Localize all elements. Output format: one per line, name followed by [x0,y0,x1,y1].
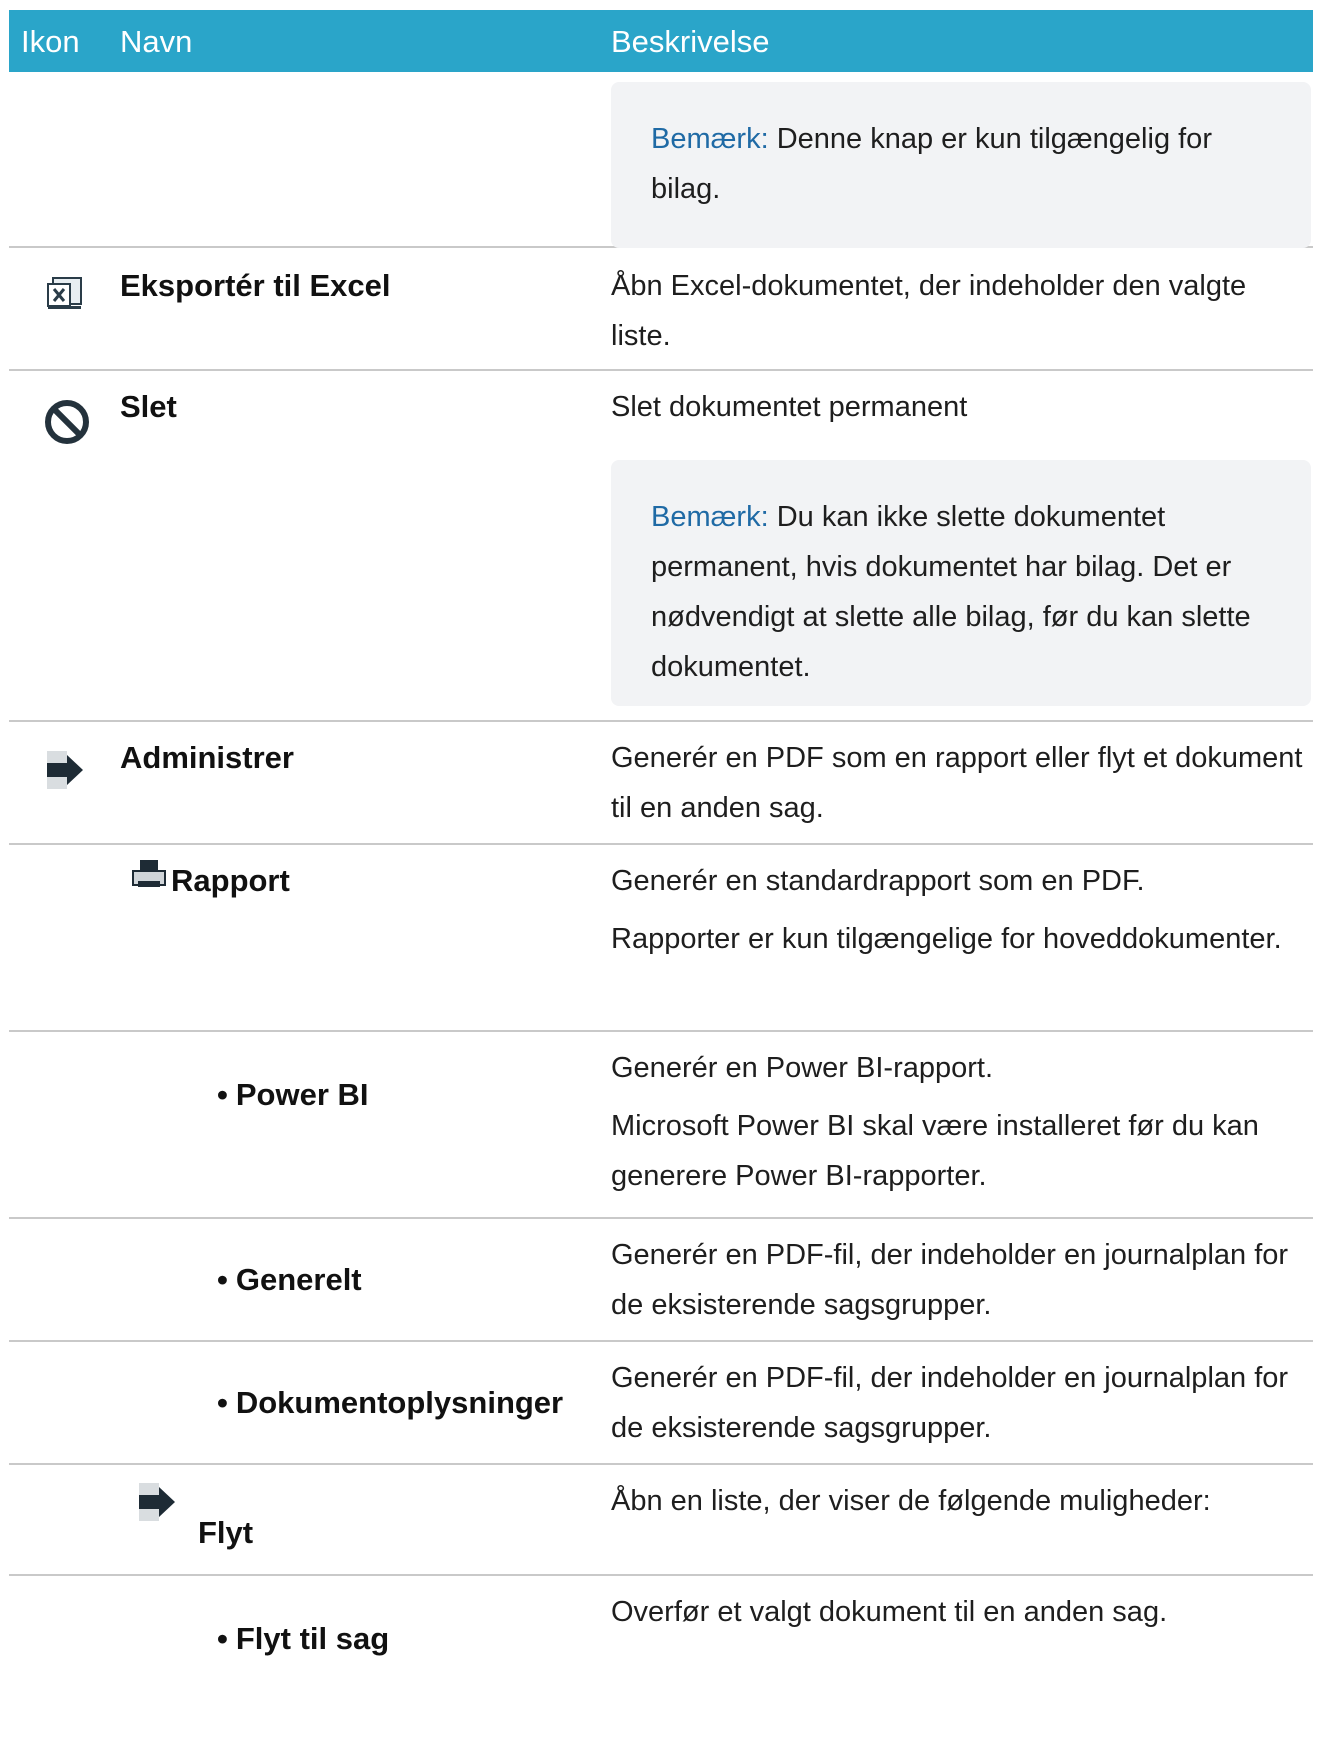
move-case-name: Flyt til sag [217,1621,389,1657]
export-name: Eksportér til Excel [120,268,391,303]
delete-description: Slet dokumentet permanent [611,391,968,423]
general-name: Generelt [217,1262,362,1298]
general-description: Generér en PDF-fil, der indeholder en jo… [611,1239,1289,1321]
docinfo-name: Dokumentoplysninger [217,1385,563,1421]
commands-table: Ikon Navn Beskrivelse Bemærk: Denne knap… [9,10,1313,1666]
header-description: Beskrivelse [611,24,770,59]
delete-name: Slet [120,389,177,424]
table-row-powerbi: Power BI Generér en Power BI-rapport. Mi… [9,1032,1313,1219]
report-desc-1: Generér en standardrapport som en PDF. [611,865,1145,897]
move-case-description: Overfør et valgt dokument til en anden s… [611,1596,1168,1628]
powerbi-desc-2: Microsoft Power BI skal være installeret… [611,1110,1259,1192]
manage-name: Administrer [120,740,294,775]
table-row-move-case: Flyt til sag Overfør et valgt dokument t… [9,1576,1313,1666]
report-description: Generér en standardrapport som en PDF. R… [611,856,1311,964]
note-label: Bemærk: [651,123,769,155]
header-icon: Ikon [21,24,80,59]
report-name: Rapport [171,863,290,898]
powerbi-desc-1: Generér en Power BI-rapport. [611,1052,994,1084]
printer-icon [132,860,166,887]
note-label: Bemærk: [651,501,769,533]
table-row-move: Flyt Åbn en liste, der viser de følgende… [9,1465,1313,1576]
report-desc-2: Rapporter er kun tilgængelige for hovedd… [611,923,1282,955]
delete-note-box: Bemærk: Du kan ikke slette dokumentet pe… [611,460,1311,706]
arrow-right-icon [47,751,83,789]
arrow-right-icon [139,1483,175,1521]
table-row-note: Bemærk: Denne knap er kun tilgængelig fo… [9,72,1313,248]
table-row-report: Rapport Generér en standardrapport som e… [9,845,1313,1032]
table-row-general: Generelt Generér en PDF-fil, der indehol… [9,1219,1313,1342]
move-name: Flyt [198,1515,254,1550]
table-row-manage: Administrer Generér en PDF som en rappor… [9,722,1313,845]
manage-description: Generér en PDF som en rapport eller flyt… [611,742,1303,824]
powerbi-name: Power BI [217,1077,369,1113]
note-box: Bemærk: Denne knap er kun tilgængelig fo… [611,82,1311,248]
prohibited-icon [45,400,89,444]
header-name: Navn [120,24,193,59]
excel-export-icon [47,277,82,309]
table-row-export: Eksportér til Excel Åbn Excel-dokumentet… [9,248,1313,371]
powerbi-description: Generér en Power BI-rapport. Microsoft P… [611,1043,1311,1201]
docinfo-description: Generér en PDF-fil, der indeholder en jo… [611,1362,1289,1444]
table-row-docinfo: Dokumentoplysninger Generér en PDF-fil, … [9,1342,1313,1465]
table-row-delete: Slet Slet dokumentet permanent Bemærk: D… [9,371,1313,722]
move-description: Åbn en liste, der viser de følgende muli… [611,1485,1211,1517]
export-description: Åbn Excel-dokumentet, der indeholder den… [611,270,1247,352]
table-header: Ikon Navn Beskrivelse [9,10,1313,72]
